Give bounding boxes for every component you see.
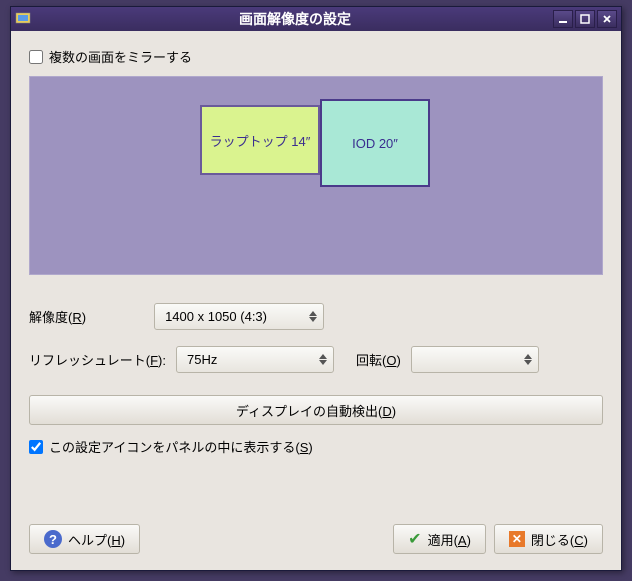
maximize-button[interactable]	[575, 10, 595, 28]
rotation-combo[interactable]	[411, 346, 539, 373]
button-bar: ? ヘルプ(H) ✔ 適用(A) ✕ 閉じる(C)	[29, 524, 603, 554]
help-button[interactable]: ? ヘルプ(H)	[29, 524, 140, 554]
monitor-preview-area: ラップトップ 14″ IOD 20″	[29, 76, 603, 275]
resolution-label: 解像度(R)	[29, 307, 86, 326]
apply-label: 適用(A)	[428, 530, 471, 549]
titlebar[interactable]: 画面解像度の設定	[11, 7, 621, 31]
apply-button[interactable]: ✔ 適用(A)	[393, 524, 486, 554]
close-dialog-button[interactable]: ✕ 閉じる(C)	[494, 524, 603, 554]
detect-displays-button[interactable]: ディスプレイの自動検出(D)	[29, 395, 603, 425]
panel-icon-label[interactable]: この設定アイコンをパネルの中に表示する(S)	[49, 437, 313, 456]
mirror-checkbox-row: 複数の画面をミラーする	[29, 47, 603, 66]
detect-label: ディスプレイの自動検出(D)	[236, 401, 396, 420]
chevron-updown-icon	[524, 354, 532, 365]
content-area: 複数の画面をミラーする ラップトップ 14″ IOD 20″ 解像度(R) 14…	[11, 31, 621, 482]
help-label: ヘルプ(H)	[68, 530, 125, 549]
close-label: 閉じる(C)	[531, 530, 588, 549]
refresh-row: リフレッシュレート(F): 75Hz 回転(O)	[29, 346, 603, 373]
panel-icon-checkbox[interactable]	[29, 440, 43, 454]
close-button[interactable]	[597, 10, 617, 28]
monitor-external[interactable]: IOD 20″	[320, 99, 430, 187]
help-icon: ?	[44, 530, 62, 548]
display-settings-window: 画面解像度の設定 複数の画面をミラーする ラップトップ 14″ IOD 20″	[10, 6, 622, 571]
rotation-label: 回転(O)	[356, 350, 401, 369]
resolution-row: 解像度(R) 1400 x 1050 (4:3)	[29, 303, 603, 330]
resolution-combo[interactable]: 1400 x 1050 (4:3)	[154, 303, 324, 330]
window-controls	[553, 10, 617, 28]
panel-icon-row: この設定アイコンをパネルの中に表示する(S)	[29, 437, 603, 456]
monitor-laptop[interactable]: ラップトップ 14″	[200, 105, 320, 175]
resolution-value: 1400 x 1050 (4:3)	[165, 309, 303, 324]
mirror-checkbox[interactable]	[29, 50, 43, 64]
chevron-updown-icon	[319, 354, 327, 365]
close-icon: ✕	[509, 531, 525, 547]
chevron-updown-icon	[309, 311, 317, 322]
monitor-label: IOD 20″	[352, 136, 398, 151]
check-icon: ✔	[408, 529, 421, 549]
minimize-button[interactable]	[553, 10, 573, 28]
app-icon	[15, 11, 31, 27]
mirror-label[interactable]: 複数の画面をミラーする	[49, 47, 192, 66]
refresh-combo[interactable]: 75Hz	[176, 346, 334, 373]
window-title: 画面解像度の設定	[37, 9, 553, 29]
refresh-label: リフレッシュレート(F):	[29, 350, 166, 369]
refresh-value: 75Hz	[187, 352, 313, 367]
monitor-label: ラップトップ 14″	[210, 131, 311, 150]
